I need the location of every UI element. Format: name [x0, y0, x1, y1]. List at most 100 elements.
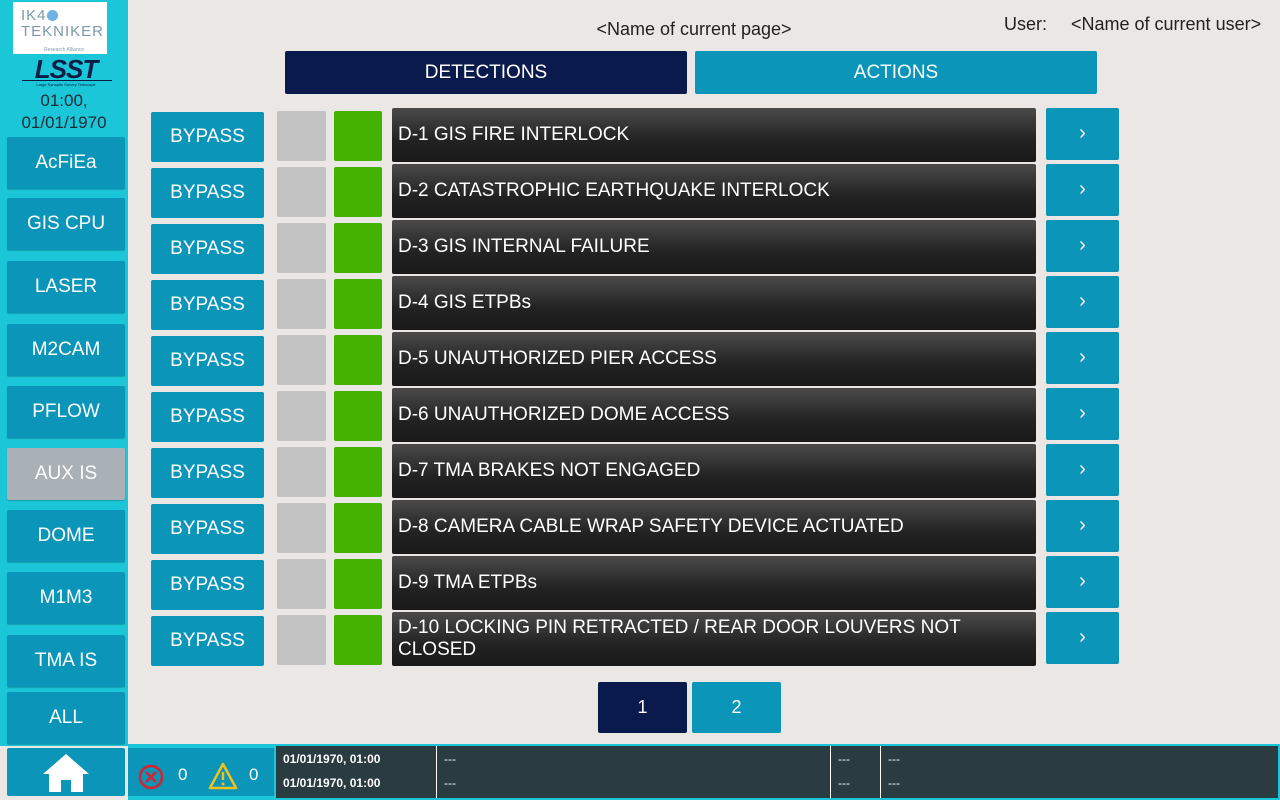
- detection-status-indicator: [334, 279, 382, 329]
- lsst-logo: LSST Large Synoptic Survey Telescope: [20, 56, 112, 88]
- detection-label: D-7 TMA BRAKES NOT ENGAGED: [392, 444, 1036, 498]
- detection-label-text: D-3 GIS INTERNAL FAILURE: [398, 236, 650, 257]
- detail-button[interactable]: ›: [1046, 164, 1119, 216]
- tekniker-text: TEKNIKER: [21, 23, 105, 40]
- detection-label-text: D-5 UNAUTHORIZED PIER ACCESS: [398, 348, 717, 369]
- detail-button[interactable]: ›: [1046, 332, 1119, 384]
- page-button-2[interactable]: 2: [692, 682, 781, 733]
- detail-button[interactable]: ›: [1046, 500, 1119, 552]
- warning-triangle-icon: [208, 762, 238, 790]
- error-count: 0: [178, 765, 188, 784]
- bypass-status-indicator: [277, 335, 326, 385]
- log-code: ---: [838, 776, 850, 790]
- detection-row: BYPASS D-4 GIS ETPBs ›: [0, 276, 1280, 332]
- detection-label: D-9 TMA ETPBs: [392, 556, 1036, 610]
- detection-status-indicator: [334, 335, 382, 385]
- bypass-button[interactable]: BYPASS: [151, 560, 264, 610]
- error-circle-icon: [138, 764, 164, 790]
- detection-row: BYPASS D-1 GIS FIRE INTERLOCK ›: [0, 108, 1280, 164]
- log-message: ---: [444, 776, 456, 790]
- detection-label-text: D-7 TMA BRAKES NOT ENGAGED: [398, 460, 701, 481]
- log-timestamp: 01/01/1970, 01:00: [283, 752, 381, 766]
- warning-count: 0: [249, 765, 259, 784]
- detail-button[interactable]: ›: [1046, 388, 1119, 440]
- detection-label-text: D-1 GIS FIRE INTERLOCK: [398, 124, 630, 145]
- detection-label-text: D-2 CATASTROPHIC EARTHQUAKE INTERLOCK: [398, 180, 830, 201]
- home-icon: [43, 754, 89, 792]
- tekniker-logo: IK4 TEKNIKER Research Alliance: [13, 2, 107, 54]
- lsst-caption: Large Synoptic Survey Telescope: [36, 82, 96, 87]
- bypass-button[interactable]: BYPASS: [151, 448, 264, 498]
- detection-label-text: D-9 TMA ETPBs: [398, 572, 538, 593]
- detection-label-text: D-10 LOCKING PIN RETRACTED / REAR DOOR L…: [398, 617, 961, 660]
- detection-row: BYPASS D-2 CATASTROPHIC EARTHQUAKE INTERL…: [0, 164, 1280, 220]
- chevron-right-icon: ›: [1079, 402, 1086, 424]
- page-title: <Name of current page>: [596, 19, 792, 39]
- bypass-status-indicator: [277, 223, 326, 273]
- detail-button[interactable]: ›: [1046, 220, 1119, 272]
- alarm-counters[interactable]: 0 0: [128, 748, 274, 796]
- bypass-status-indicator: [277, 503, 326, 553]
- detection-label: D-10 LOCKING PIN RETRACTED / REAR DOOR L…: [392, 612, 1036, 666]
- detection-row: BYPASS D-5 UNAUTHORIZED PIER ACCESS ›: [0, 332, 1280, 388]
- detection-status-indicator: [334, 223, 382, 273]
- log-detail-column: --- ---: [881, 746, 1278, 798]
- detection-label: D-1 GIS FIRE INTERLOCK: [392, 108, 1036, 162]
- lsst-logo-line: [22, 80, 112, 81]
- chevron-right-icon: ›: [1079, 514, 1086, 536]
- bypass-status-indicator: [277, 111, 326, 161]
- user-label: User:: [1004, 14, 1048, 34]
- detection-row: BYPASS D-8 CAMERA CABLE WRAP SAFETY DEVIC…: [0, 500, 1280, 556]
- detection-row: BYPASS D-7 TMA BRAKES NOT ENGAGED ›: [0, 444, 1280, 500]
- log-timestamp-column: 01/01/1970, 01:00 01/01/1970, 01:00: [276, 746, 437, 798]
- detection-label: D-3 GIS INTERNAL FAILURE: [392, 220, 1036, 274]
- ik4-text: IK4: [21, 7, 47, 24]
- detection-status-indicator: [334, 111, 382, 161]
- tab-detections[interactable]: DETECTIONS: [285, 51, 687, 94]
- tab-actions[interactable]: ACTIONS: [695, 51, 1097, 94]
- log-message-column: --- ---: [437, 746, 831, 798]
- detection-status-indicator: [334, 167, 382, 217]
- bypass-button[interactable]: BYPASS: [151, 504, 264, 554]
- bypass-button[interactable]: BYPASS: [151, 616, 264, 666]
- chevron-right-icon: ›: [1079, 234, 1086, 256]
- bypass-button[interactable]: BYPASS: [151, 112, 264, 162]
- detail-button[interactable]: ›: [1046, 276, 1119, 328]
- detection-label-text: D-4 GIS ETPBs: [398, 292, 532, 313]
- page-button-1[interactable]: 1: [598, 682, 687, 733]
- bypass-button[interactable]: BYPASS: [151, 336, 264, 386]
- home-button[interactable]: [7, 748, 125, 796]
- detection-status-indicator: [334, 559, 382, 609]
- bypass-status-indicator: [277, 391, 326, 441]
- detection-row: BYPASS D-3 GIS INTERNAL FAILURE ›: [0, 220, 1280, 276]
- bypass-button[interactable]: BYPASS: [151, 280, 264, 330]
- bypass-button[interactable]: BYPASS: [151, 392, 264, 442]
- bypass-status-indicator: [277, 559, 326, 609]
- detection-status-indicator: [334, 391, 382, 441]
- log-detail: ---: [888, 776, 900, 790]
- detection-row: BYPASS D-9 TMA ETPBs ›: [0, 556, 1280, 612]
- chevron-right-icon: ›: [1079, 178, 1086, 200]
- detail-button[interactable]: ›: [1046, 108, 1119, 160]
- detection-label-text: D-6 UNAUTHORIZED DOME ACCESS: [398, 404, 730, 425]
- bypass-status-indicator: [277, 447, 326, 497]
- user-name: <Name of current user>: [1071, 14, 1262, 34]
- chevron-right-icon: ›: [1079, 346, 1086, 368]
- detail-button[interactable]: ›: [1046, 556, 1119, 608]
- detail-button[interactable]: ›: [1046, 444, 1119, 496]
- sidebar-item-all[interactable]: ALL: [7, 692, 125, 744]
- bypass-status-indicator: [277, 279, 326, 329]
- log-timestamp: 01/01/1970, 01:00: [283, 776, 381, 790]
- bypass-button[interactable]: BYPASS: [151, 168, 264, 218]
- log-code: ---: [838, 752, 850, 766]
- log-code-column: --- ---: [831, 746, 881, 798]
- detection-status-indicator: [334, 503, 382, 553]
- detection-label: D-4 GIS ETPBs: [392, 276, 1036, 330]
- detail-button[interactable]: ›: [1046, 612, 1119, 664]
- detection-row: BYPASS D-6 UNAUTHORIZED DOME ACCESS ›: [0, 388, 1280, 444]
- detection-status-indicator: [334, 615, 382, 665]
- detection-label: D-8 CAMERA CABLE WRAP SAFETY DEVICE ACTU…: [392, 500, 1036, 554]
- bypass-button[interactable]: BYPASS: [151, 224, 264, 274]
- chevron-right-icon: ›: [1079, 626, 1086, 648]
- chevron-right-icon: ›: [1079, 458, 1086, 480]
